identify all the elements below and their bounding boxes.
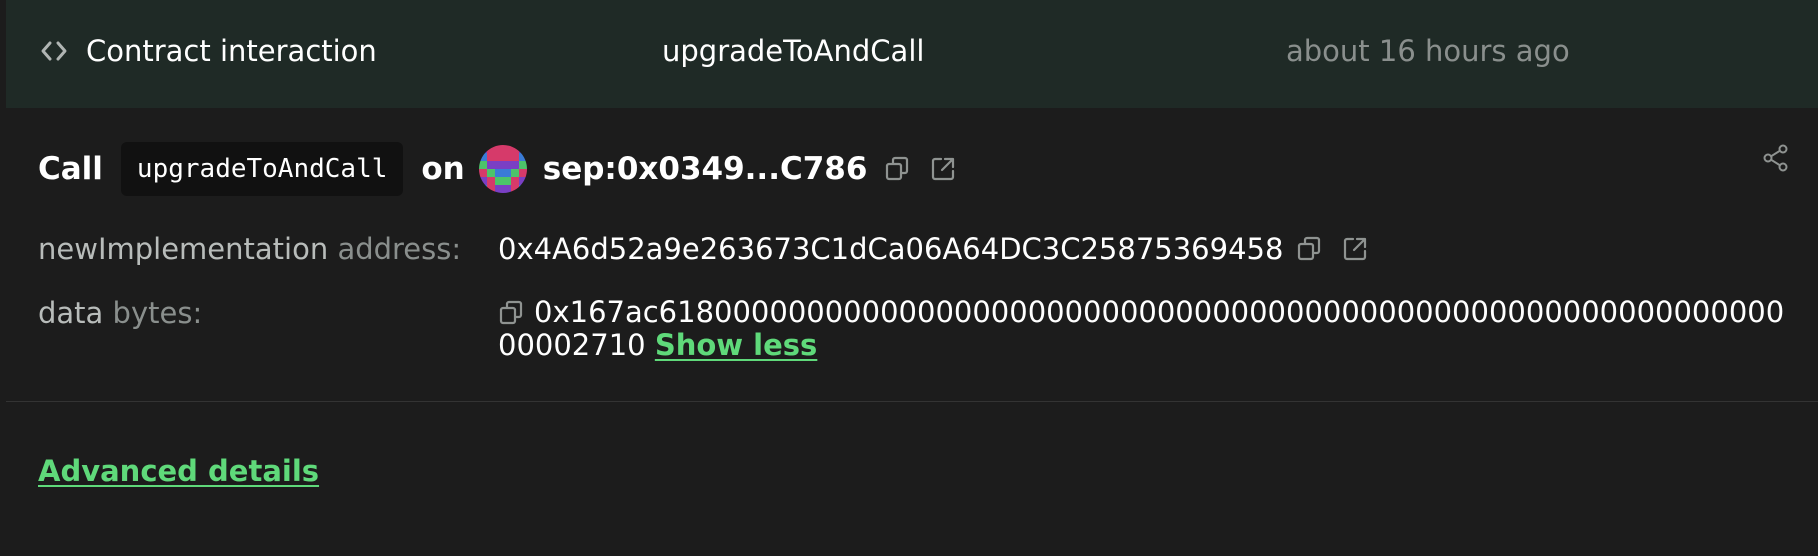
contract-address: sep:0x0349...C786 (542, 151, 868, 187)
param-label-new-implementation: newImplementation address: (38, 232, 461, 266)
implementation-address: 0x4A6d52a9e263673C1dCa06A64DC3C258753694… (498, 232, 1284, 266)
advanced-details-link[interactable]: Advanced details (38, 454, 319, 488)
external-link-icon[interactable] (1339, 233, 1371, 265)
copy-icon[interactable] (881, 153, 913, 185)
param-value-data: 0x167ac618000000000000000000000000000000… (498, 296, 1798, 362)
show-less-link[interactable]: Show less (655, 328, 817, 362)
transaction-panel: Contract interaction upgradeToAndCall ab… (6, 0, 1818, 556)
call-label: Call (38, 151, 103, 187)
on-label: on (421, 151, 465, 187)
method-chip: upgradeToAndCall (120, 142, 404, 196)
call-summary: Call upgradeToAndCall on sep:0x0349...C7… (38, 142, 959, 196)
param-name: data (38, 296, 104, 330)
tx-method: upgradeToAndCall (662, 34, 925, 68)
copy-icon[interactable] (1293, 233, 1325, 265)
tx-type-label: Contract interaction (86, 34, 377, 68)
param-label-data: data bytes: (38, 296, 202, 330)
copy-icon[interactable] (498, 300, 526, 328)
section-divider (6, 401, 1818, 402)
param-type: address: (337, 232, 462, 266)
contract-avatar (478, 145, 527, 193)
tx-type: Contract interaction (40, 34, 377, 68)
external-link-icon[interactable] (927, 153, 959, 185)
share-icon[interactable] (1760, 142, 1792, 174)
tx-timestamp: about 16 hours ago (1286, 34, 1570, 68)
transaction-header[interactable]: Contract interaction upgradeToAndCall ab… (6, 0, 1818, 108)
param-type: bytes: (112, 296, 203, 330)
code-icon (40, 40, 68, 62)
param-value-new-implementation: 0x4A6d52a9e263673C1dCa06A64DC3C258753694… (498, 232, 1371, 266)
param-name: newImplementation (38, 232, 329, 266)
